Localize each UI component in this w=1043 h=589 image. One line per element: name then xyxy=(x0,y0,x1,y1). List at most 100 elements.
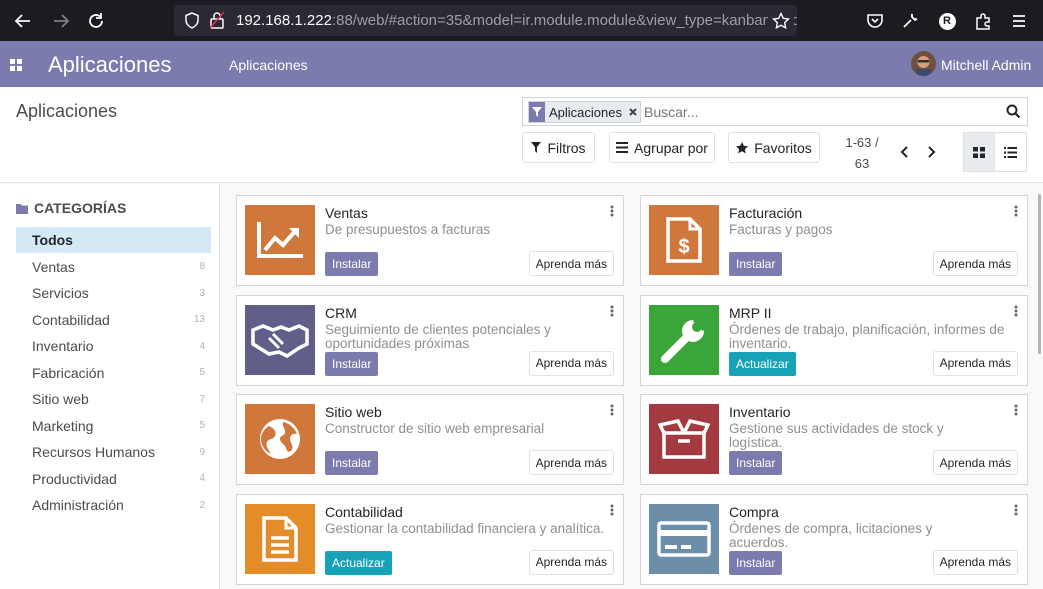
filters-label: Filtros xyxy=(547,139,586,156)
pocket-icon[interactable] xyxy=(862,8,888,34)
app-summary: Facturas y pagos xyxy=(729,222,833,237)
install-button[interactable]: Instalar xyxy=(729,252,783,276)
pager-next-button[interactable] xyxy=(922,143,942,161)
sidebar-item-count: 5 xyxy=(199,420,205,431)
list-view-button[interactable] xyxy=(994,132,1027,172)
pager-previous-button[interactable] xyxy=(894,143,914,161)
favorites-button[interactable]: Favoritos xyxy=(728,132,820,163)
browser-toolbar: 192.168.1.222:88/web/#action=35&model=ir… xyxy=(0,0,1043,41)
menu-aplicaciones[interactable]: Aplicaciones xyxy=(229,57,308,73)
sidebar-item-count: 4 xyxy=(199,473,205,484)
learn-more-button[interactable]: Aprenda más xyxy=(932,251,1018,276)
handshake-icon xyxy=(245,304,315,375)
sidebar-item-inventario[interactable]: Inventario 4 xyxy=(16,333,211,359)
bookmark-star-icon[interactable] xyxy=(768,8,794,34)
search-input[interactable] xyxy=(644,101,984,123)
learn-more-button[interactable]: Aprenda más xyxy=(528,251,614,276)
url-bar[interactable]: 192.168.1.222:88/web/#action=35&model=ir… xyxy=(174,5,797,36)
user-name[interactable]: Mitchell Admin xyxy=(941,57,1031,73)
back-icon[interactable] xyxy=(10,8,36,34)
profile-avatar[interactable]: R xyxy=(934,8,960,34)
kebab-menu-icon[interactable] xyxy=(610,204,614,217)
sidebar-item-label: Ventas xyxy=(32,258,75,275)
sidebar-item-count: 9 xyxy=(199,446,205,458)
url-host: 192.168.1.222 xyxy=(236,12,332,29)
group-by-label: Agrupar por xyxy=(634,139,708,156)
search-bar[interactable]: Aplicaciones xyxy=(522,97,1028,126)
install-button[interactable]: Instalar xyxy=(325,351,379,376)
learn-more-button[interactable]: Aprenda más xyxy=(932,450,1018,475)
sidebar-item-administración[interactable]: Administración 2 xyxy=(16,492,211,518)
sidebar-item-ventas[interactable]: Ventas 8 xyxy=(16,254,211,280)
scrollbar[interactable] xyxy=(1038,194,1041,354)
kebab-menu-icon[interactable] xyxy=(1014,403,1018,416)
kebab-menu-icon[interactable] xyxy=(1014,304,1018,316)
kebab-menu-icon[interactable] xyxy=(610,503,614,515)
app-card-sitio-web[interactable]: Sitio web Constructor de sitio web empres… xyxy=(236,394,624,485)
kebab-menu-icon[interactable] xyxy=(610,304,614,316)
install-button[interactable]: Instalar xyxy=(729,550,783,575)
sidebar-item-servicios[interactable]: Servicios 3 xyxy=(16,280,211,306)
sidebar-item-productividad[interactable]: Productividad 4 xyxy=(16,466,211,492)
control-panel: Aplicaciones Aplicaciones Filtros Agrupa… xyxy=(0,87,1043,183)
hamburger-menu-icon[interactable] xyxy=(1006,8,1032,34)
sidebar-item-todos[interactable]: Todos xyxy=(16,227,211,253)
sidebar-item-sitio-web[interactable]: Sitio web 7 xyxy=(16,386,211,412)
app-card-mrp-ii[interactable]: MRP II Órdenes de trabajo, planificación,… xyxy=(640,294,1028,386)
reload-icon[interactable] xyxy=(83,8,109,34)
insecure-lock-icon[interactable] xyxy=(209,11,225,34)
app-summary: De presupuestos a facturas xyxy=(325,222,491,237)
sidebar-item-label: Marketing xyxy=(32,417,94,434)
app-card-compra[interactable]: Compra Órdenes de compra, licitaciones y … xyxy=(640,493,1028,585)
folder-icon xyxy=(16,203,28,214)
learn-more-button[interactable]: Aprenda más xyxy=(528,549,614,575)
search-facet[interactable]: Aplicaciones xyxy=(528,101,641,123)
facet-remove-icon[interactable] xyxy=(626,102,640,122)
app-card-crm[interactable]: CRM Seguimiento de clientes potenciales y… xyxy=(236,294,624,386)
update-button[interactable]: Actualizar xyxy=(729,351,796,376)
app-summary: Órdenes de compra, licitaciones y acuerd… xyxy=(729,520,933,550)
app-card-contabilidad[interactable]: Contabilidad Gestionar la contabilidad fi… xyxy=(236,493,624,585)
kebab-menu-icon[interactable] xyxy=(610,403,614,416)
install-button[interactable]: Instalar xyxy=(325,451,379,475)
sidebar-item-contabilidad[interactable]: Contabilidad 13 xyxy=(16,307,211,333)
facet-label: Aplicaciones xyxy=(545,102,626,122)
learn-more-button[interactable]: Aprenda más xyxy=(932,549,1018,575)
app-card-inventario[interactable]: Inventario Gestione sus actividades de st… xyxy=(640,394,1028,485)
user-avatar[interactable] xyxy=(911,51,936,76)
sidebar-item-fabricación[interactable]: Fabricación 5 xyxy=(16,360,211,386)
install-button[interactable]: Instalar xyxy=(325,252,379,276)
shield-icon[interactable] xyxy=(184,12,200,34)
categories-title: CATEGORÍAS xyxy=(34,200,127,216)
pager-range: 1-63 / xyxy=(845,135,879,150)
extensions-icon[interactable] xyxy=(970,8,996,34)
sidebar-item-label: Fabricación xyxy=(32,364,105,381)
app-summary: Gestione sus actividades de stock y logí… xyxy=(729,421,944,450)
main-navbar: Aplicaciones Aplicaciones Mitchell Admin xyxy=(0,41,1043,87)
install-button[interactable]: Instalar xyxy=(729,451,783,475)
sidebar-item-label: Productividad xyxy=(32,470,117,487)
apps-menu-icon[interactable] xyxy=(10,58,22,71)
app-card-ventas[interactable]: Ventas De presupuestos a facturas Instalar… xyxy=(236,195,624,286)
app-name: MRP II xyxy=(729,304,772,321)
app-brand[interactable]: Aplicaciones xyxy=(48,52,172,78)
group-by-button[interactable]: Agrupar por xyxy=(609,132,715,163)
search-icon[interactable] xyxy=(1006,104,1021,119)
learn-more-button[interactable]: Aprenda más xyxy=(932,350,1018,376)
kanban-view-button[interactable] xyxy=(963,132,995,172)
app-summary: Gestionar la contabilidad financiera y a… xyxy=(325,520,605,536)
app-card-facturación[interactable]: $ Facturación Facturas y pagos Instalar Apre… xyxy=(640,195,1028,286)
filter-icon xyxy=(531,142,542,153)
filters-button[interactable]: Filtros xyxy=(522,132,595,163)
kebab-menu-icon[interactable] xyxy=(1014,503,1018,515)
pager-value[interactable]: 1-63 / 63 xyxy=(842,132,882,174)
learn-more-button[interactable]: Aprenda más xyxy=(528,450,614,475)
sidebar-item-recursos-humanos[interactable]: Recursos Humanos 9 xyxy=(16,439,211,465)
wrench-tools-icon[interactable] xyxy=(897,8,923,34)
forward-icon[interactable] xyxy=(48,8,74,34)
kebab-menu-icon[interactable] xyxy=(1014,204,1018,217)
learn-more-button[interactable]: Aprenda más xyxy=(528,350,614,376)
sales-chart-icon xyxy=(245,205,315,275)
update-button[interactable]: Actualizar xyxy=(325,550,392,575)
sidebar-item-marketing[interactable]: Marketing 5 xyxy=(16,413,211,439)
